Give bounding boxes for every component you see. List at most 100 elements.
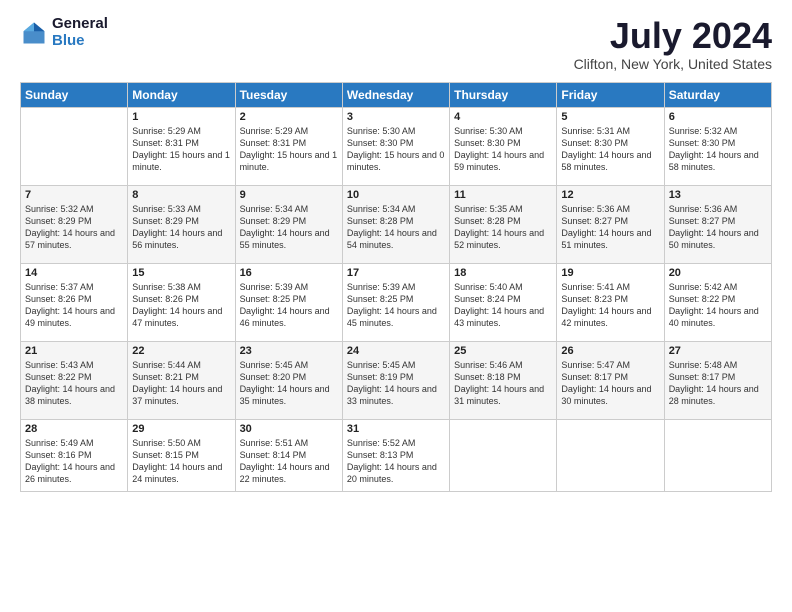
calendar-cell: 24Sunrise: 5:45 AMSunset: 8:19 PMDayligh… [342,341,449,419]
cell-info: Sunrise: 5:45 AMSunset: 8:20 PMDaylight:… [240,359,338,408]
calendar-cell: 21 Sunrise: 5:43 AMSunset: 8:22 PMDayligh… [21,341,128,419]
week-row-2: 7 Sunrise: 5:32 AMSunset: 8:29 PMDaylight… [21,185,772,263]
col-header-thursday: Thursday [450,82,557,107]
day-number: 1 [132,111,230,123]
week-row-1: 1 Sunrise: 5:29 AMSunset: 8:31 PMDaylight… [21,107,772,185]
day-number: 11 [454,189,552,201]
week-row-5: 28Sunrise: 5:49 AMSunset: 8:16 PMDayligh… [21,419,772,491]
cell-info: Sunrise: 5:30 AMSunset: 8:30 PMDaylight:… [454,125,552,174]
calendar-cell: 4 Sunrise: 5:30 AMSunset: 8:30 PMDaylight… [450,107,557,185]
day-number: 10 [347,189,445,201]
cell-info: Sunrise: 5:29 AMSunset: 8:31 PMDaylight:… [240,125,338,174]
header: General Blue July 2024 Clifton, New York… [20,16,772,72]
day-number: 31 [347,423,445,435]
day-number: 13 [669,189,767,201]
day-number: 21 [25,345,123,357]
col-header-monday: Monday [128,82,235,107]
col-header-sunday: Sunday [21,82,128,107]
cell-info: Sunrise: 5:32 AMSunset: 8:30 PMDaylight:… [669,125,767,174]
calendar-cell: 12Sunrise: 5:36 AMSunset: 8:27 PMDayligh… [557,185,664,263]
cell-info: Sunrise: 5:40 AMSunset: 8:24 PMDaylight:… [454,281,552,330]
calendar-cell: 5 Sunrise: 5:31 AMSunset: 8:30 PMDaylight… [557,107,664,185]
calendar-cell: 29 Sunrise: 5:50 AMSunset: 8:15 PMDayligh… [128,419,235,491]
cell-info: Sunrise: 5:52 AMSunset: 8:13 PMDaylight:… [347,437,445,486]
col-header-saturday: Saturday [664,82,771,107]
calendar-cell: 8Sunrise: 5:33 AMSunset: 8:29 PMDaylight… [128,185,235,263]
day-number: 9 [240,189,338,201]
day-number: 22 [132,345,230,357]
cell-info: Sunrise: 5:41 AMSunset: 8:23 PMDaylight:… [561,281,659,330]
day-number: 18 [454,267,552,279]
cell-info: Sunrise: 5:32 AMSunset: 8:29 PMDaylight:… [25,203,123,252]
calendar-cell: 22Sunrise: 5:44 AMSunset: 8:21 PMDayligh… [128,341,235,419]
calendar-cell: 28Sunrise: 5:49 AMSunset: 8:16 PMDayligh… [21,419,128,491]
day-number: 29 [132,423,230,435]
calendar-cell: 10Sunrise: 5:34 AMSunset: 8:28 PMDayligh… [342,185,449,263]
day-number: 26 [561,345,659,357]
day-number: 6 [669,111,767,123]
calendar-cell: 7 Sunrise: 5:32 AMSunset: 8:29 PMDaylight… [21,185,128,263]
calendar-cell: 25 Sunrise: 5:46 AMSunset: 8:18 PMDayligh… [450,341,557,419]
day-number: 2 [240,111,338,123]
cell-info: Sunrise: 5:30 AMSunset: 8:30 PMDaylight:… [347,125,445,174]
day-number: 5 [561,111,659,123]
cell-info: Sunrise: 5:39 AMSunset: 8:25 PMDaylight:… [240,281,338,330]
day-number: 16 [240,267,338,279]
day-number: 24 [347,345,445,357]
logo-icon [20,19,48,47]
day-number: 7 [25,189,123,201]
day-number: 19 [561,267,659,279]
col-header-friday: Friday [557,82,664,107]
subtitle: Clifton, New York, United States [574,56,772,72]
cell-info: Sunrise: 5:42 AMSunset: 8:22 PMDaylight:… [669,281,767,330]
cell-info: Sunrise: 5:31 AMSunset: 8:30 PMDaylight:… [561,125,659,174]
cell-info: Sunrise: 5:34 AMSunset: 8:29 PMDaylight:… [240,203,338,252]
cell-info: Sunrise: 5:50 AMSunset: 8:15 PMDaylight:… [132,437,230,486]
day-number: 30 [240,423,338,435]
cell-info: Sunrise: 5:29 AMSunset: 8:31 PMDaylight:… [132,125,230,174]
col-header-tuesday: Tuesday [235,82,342,107]
calendar-header-row: SundayMondayTuesdayWednesdayThursdayFrid… [21,82,772,107]
calendar-cell: 26 Sunrise: 5:47 AMSunset: 8:17 PMDayligh… [557,341,664,419]
col-header-wednesday: Wednesday [342,82,449,107]
calendar-cell [450,419,557,491]
day-number: 23 [240,345,338,357]
calendar-cell: 19 Sunrise: 5:41 AMSunset: 8:23 PMDayligh… [557,263,664,341]
cell-info: Sunrise: 5:47 AMSunset: 8:17 PMDaylight:… [561,359,659,408]
day-number: 4 [454,111,552,123]
day-number: 25 [454,345,552,357]
calendar-cell: 9 Sunrise: 5:34 AMSunset: 8:29 PMDaylight… [235,185,342,263]
cell-info: Sunrise: 5:37 AMSunset: 8:26 PMDaylight:… [25,281,123,330]
cell-info: Sunrise: 5:49 AMSunset: 8:16 PMDaylight:… [25,437,123,486]
calendar-cell: 14 Sunrise: 5:37 AMSunset: 8:26 PMDayligh… [21,263,128,341]
calendar-cell [664,419,771,491]
cell-info: Sunrise: 5:48 AMSunset: 8:17 PMDaylight:… [669,359,767,408]
logo: General Blue [20,16,108,49]
calendar-cell: 1 Sunrise: 5:29 AMSunset: 8:31 PMDaylight… [128,107,235,185]
title-block: July 2024 Clifton, New York, United Stat… [574,16,772,72]
main-title: July 2024 [574,16,772,56]
calendar-cell [21,107,128,185]
calendar-cell: 17Sunrise: 5:39 AMSunset: 8:25 PMDayligh… [342,263,449,341]
calendar-cell: 13 Sunrise: 5:36 AMSunset: 8:27 PMDayligh… [664,185,771,263]
calendar-table: SundayMondayTuesdayWednesdayThursdayFrid… [20,82,772,492]
logo-blue: Blue [52,33,108,50]
week-row-3: 14 Sunrise: 5:37 AMSunset: 8:26 PMDayligh… [21,263,772,341]
cell-info: Sunrise: 5:43 AMSunset: 8:22 PMDaylight:… [25,359,123,408]
cell-info: Sunrise: 5:36 AMSunset: 8:27 PMDaylight:… [669,203,767,252]
calendar-cell: 2 Sunrise: 5:29 AMSunset: 8:31 PMDaylight… [235,107,342,185]
week-row-4: 21 Sunrise: 5:43 AMSunset: 8:22 PMDayligh… [21,341,772,419]
day-number: 3 [347,111,445,123]
calendar-cell: 16 Sunrise: 5:39 AMSunset: 8:25 PMDayligh… [235,263,342,341]
logo-general: General [52,16,108,33]
cell-info: Sunrise: 5:36 AMSunset: 8:27 PMDaylight:… [561,203,659,252]
cell-info: Sunrise: 5:46 AMSunset: 8:18 PMDaylight:… [454,359,552,408]
calendar-cell [557,419,664,491]
calendar-cell: 6 Sunrise: 5:32 AMSunset: 8:30 PMDaylight… [664,107,771,185]
day-number: 17 [347,267,445,279]
calendar-cell: 18 Sunrise: 5:40 AMSunset: 8:24 PMDayligh… [450,263,557,341]
page: General Blue July 2024 Clifton, New York… [0,0,792,612]
day-number: 14 [25,267,123,279]
calendar-cell: 15Sunrise: 5:38 AMSunset: 8:26 PMDayligh… [128,263,235,341]
calendar-cell: 20Sunrise: 5:42 AMSunset: 8:22 PMDayligh… [664,263,771,341]
